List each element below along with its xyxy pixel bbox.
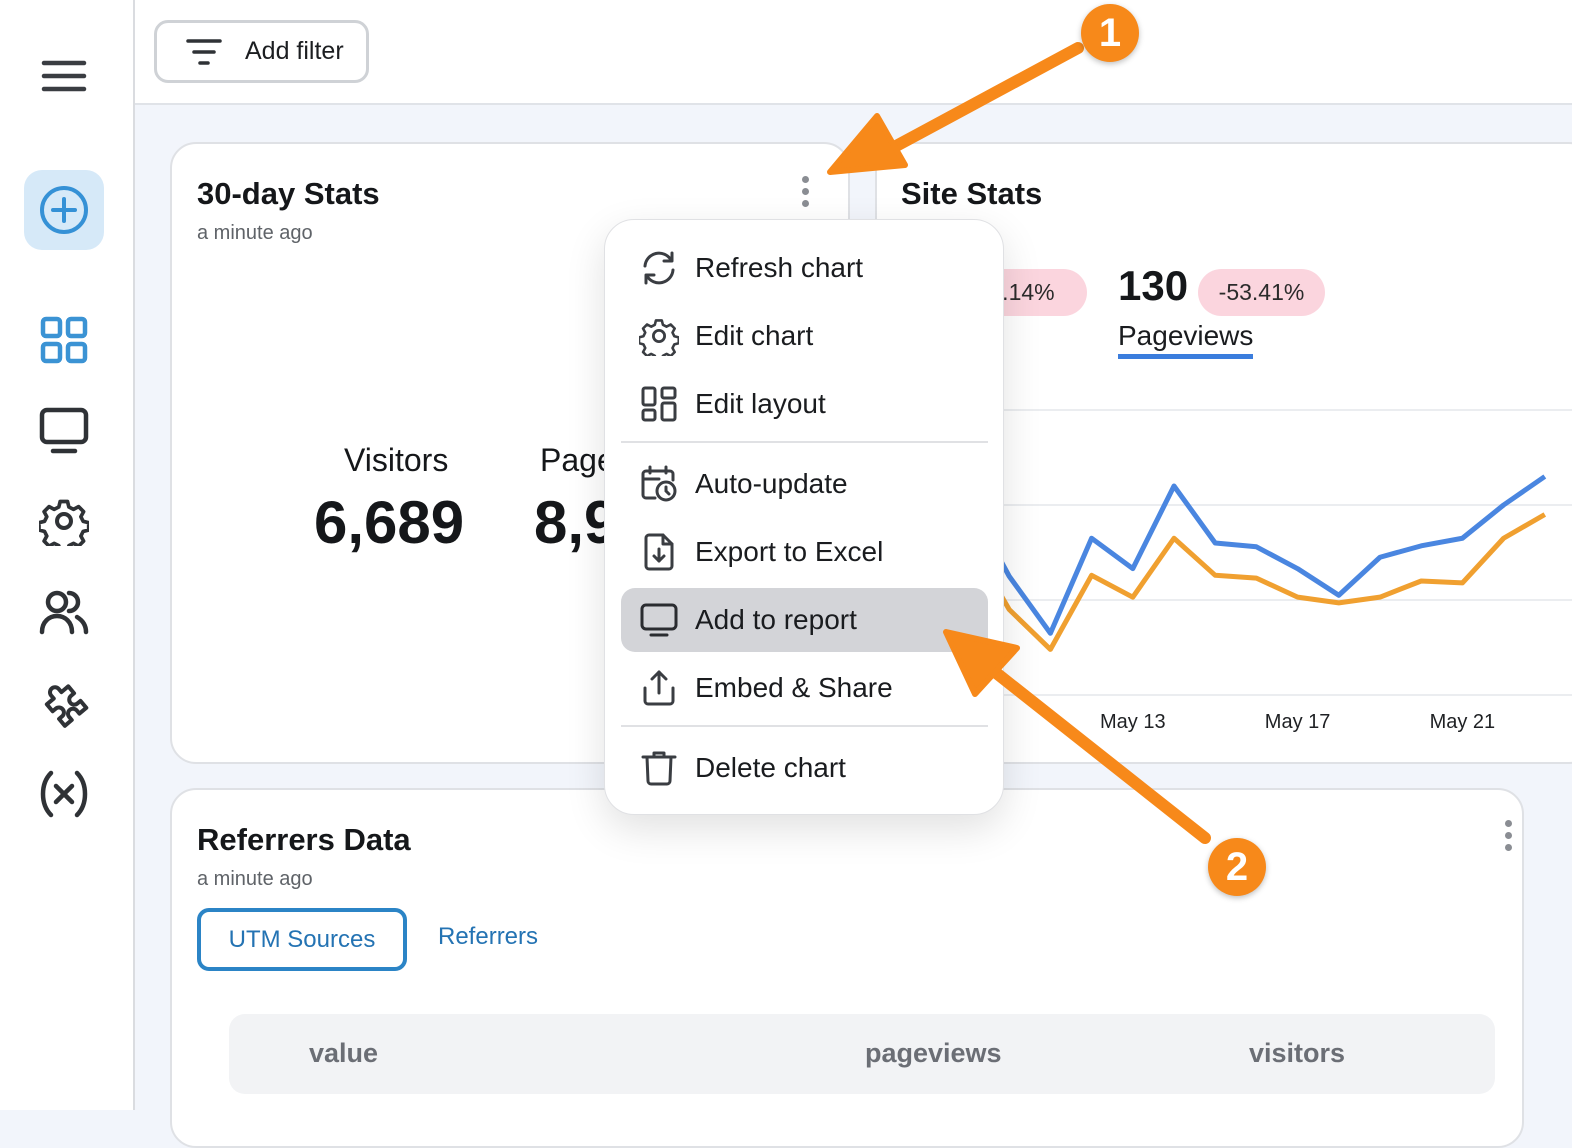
menu-item-label: Refresh chart — [695, 252, 864, 283]
tab-referrers[interactable]: Referrers — [438, 923, 538, 951]
menu-item-label: Delete chart — [695, 752, 846, 783]
menu-item-label: Embed & Share — [695, 672, 893, 703]
menu-item-delete-chart[interactable]: Delete chart — [621, 736, 988, 800]
menu-item-export-to-excel[interactable]: Export to Excel — [621, 520, 988, 584]
menu-item-edit-chart[interactable]: Edit chart — [621, 304, 988, 368]
kebab-dot — [1504, 832, 1512, 839]
menu-item-add-to-report[interactable]: Add to report — [621, 588, 988, 652]
add-filter-button[interactable]: Add filter — [154, 20, 369, 83]
menu-item-label: Add to report — [695, 604, 857, 635]
menu-item-auto-update[interactable]: Auto-update — [621, 452, 988, 516]
card-updated-time: a minute ago — [197, 222, 313, 244]
pageviews-value: 130 — [1118, 262, 1189, 309]
trash-icon — [641, 751, 677, 786]
menu-divider — [621, 725, 988, 727]
table-header: value pageviews visitors — [229, 1014, 1495, 1094]
menu-item-label: Export to Excel — [695, 536, 884, 567]
sidebar — [0, 0, 135, 1110]
column-header-pageviews[interactable]: pageviews — [865, 1038, 1002, 1069]
kebab-dot — [1504, 844, 1512, 851]
card-menu-button[interactable] — [800, 176, 810, 207]
variable-icon — [40, 770, 88, 818]
kebab-dot — [801, 176, 809, 183]
top-bar: Add filter — [135, 0, 1572, 105]
refresh-icon — [643, 251, 675, 285]
sidebar-item-users[interactable] — [32, 580, 96, 644]
card-referrers-data: Referrers Data a minute ago UTM Sources … — [170, 788, 1524, 1148]
series-line-visitors — [924, 512, 1547, 652]
x-tick-label: May 21 — [1430, 711, 1496, 733]
add-filter-label: Add filter — [245, 37, 344, 65]
card-title: Site Stats — [901, 176, 1043, 211]
gear-icon — [39, 499, 89, 546]
menu-item-embed-share[interactable]: Embed & Share — [621, 656, 988, 720]
dashboard-grid-icon — [40, 316, 88, 364]
column-header-value[interactable]: value — [309, 1038, 378, 1069]
series-line-pageviews — [924, 474, 1547, 636]
sidebar-item-dashboards[interactable] — [32, 308, 96, 372]
callout-badge-2: 2 — [1208, 838, 1266, 896]
menu-icon[interactable] — [32, 44, 96, 108]
tab-pageviews[interactable]: Pageviews — [1118, 320, 1254, 359]
menu-item-label: Edit chart — [695, 320, 814, 351]
sidebar-item-reports[interactable] — [32, 398, 96, 462]
sidebar-item-plugins[interactable] — [32, 671, 96, 735]
card-updated-time: a minute ago — [197, 868, 313, 890]
stat-value-visitors: 6,689 — [314, 489, 465, 556]
card-title: 30-day Stats — [197, 176, 380, 211]
monitor-icon — [640, 603, 678, 637]
menu-item-refresh-chart[interactable]: Refresh chart — [621, 236, 988, 300]
puzzle-icon — [44, 684, 89, 728]
callout-badge-1: 1 — [1081, 4, 1139, 62]
card-title: Referrers Data — [197, 822, 411, 857]
menu-item-edit-layout[interactable]: Edit layout — [621, 372, 988, 436]
add-circle-icon — [40, 186, 88, 234]
chart-context-menu: Refresh chart Edit chart Edit layout Aut… — [604, 219, 1004, 815]
menu-item-label: Edit layout — [695, 388, 826, 419]
tab-utm-sources[interactable]: UTM Sources — [197, 908, 407, 971]
gear-icon — [639, 319, 679, 356]
layout-icon — [641, 386, 677, 422]
menu-divider — [621, 441, 988, 443]
sidebar-item-variables[interactable] — [32, 762, 96, 826]
kebab-dot — [1504, 820, 1512, 827]
x-tick-label: May 17 — [1265, 711, 1331, 733]
add-button[interactable] — [24, 170, 104, 250]
stat-label-visitors: Visitors — [344, 442, 449, 478]
kebab-dot — [801, 200, 809, 207]
x-tick-label: May 13 — [1100, 711, 1166, 733]
column-header-visitors[interactable]: visitors — [1249, 1038, 1345, 1069]
file-download-icon — [644, 533, 674, 571]
sidebar-item-settings[interactable] — [32, 489, 96, 553]
calendar-clock-icon — [641, 465, 677, 502]
users-icon — [39, 590, 89, 635]
kebab-dot — [801, 188, 809, 195]
change-badge-pageviews: -53.41% — [1198, 269, 1325, 316]
filter-icon — [186, 38, 222, 65]
share-upload-icon — [643, 670, 675, 706]
monitor-icon — [39, 407, 89, 454]
card-menu-button[interactable] — [1503, 820, 1513, 851]
menu-item-label: Auto-update — [695, 468, 848, 499]
